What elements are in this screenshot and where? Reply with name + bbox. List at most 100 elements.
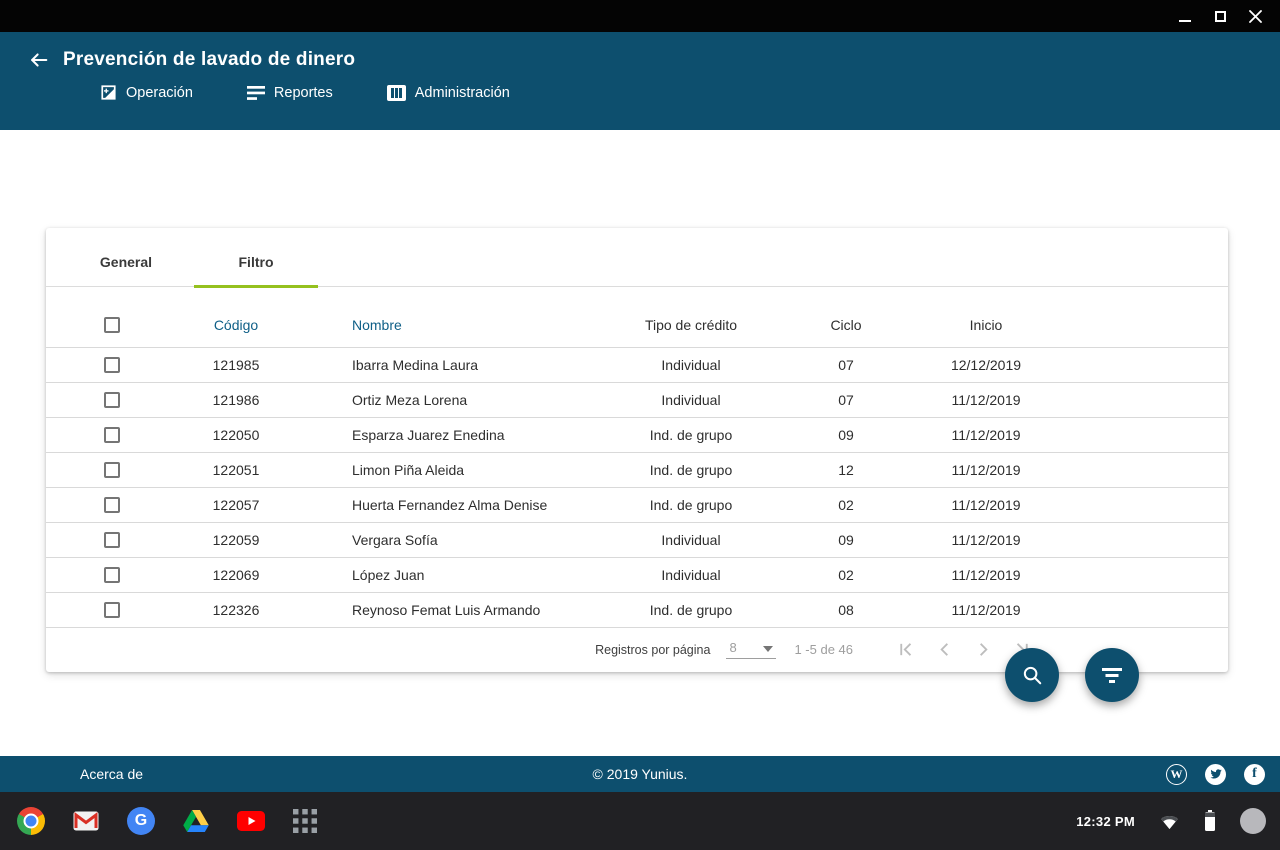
window-titlebar [0, 0, 1280, 32]
chevron-right-icon [975, 641, 992, 658]
cell-tipo: Ind. de grupo [606, 592, 776, 627]
close-icon [1249, 10, 1262, 23]
cell-tipo: Ind. de grupo [606, 452, 776, 487]
page-range: 1 -5 de 46 [794, 642, 853, 657]
nav-label: Operación [126, 85, 193, 101]
records-card: General Filtro Código Nombre Tipo de cré… [46, 228, 1228, 672]
clock[interactable]: 12:32 PM [1076, 814, 1135, 829]
nav-label: Administración [415, 85, 510, 101]
page-size-select[interactable]: 8 [726, 640, 776, 659]
row-checkbox[interactable] [104, 357, 120, 373]
cell-inicio: 11/12/2019 [916, 382, 1056, 417]
select-all-checkbox[interactable] [104, 317, 120, 333]
column-header-tipo: Tipo de crédito [606, 303, 776, 347]
cell-tipo: Individual [606, 382, 776, 417]
card-tabs: General Filtro [46, 228, 1228, 287]
cell-nombre: Esparza Juarez Enedina [316, 417, 606, 452]
table-row[interactable]: 122326 Reynoso Femat Luis Armando Ind. d… [46, 592, 1228, 627]
row-checkbox[interactable] [104, 532, 120, 548]
nav-item-administracion[interactable]: Administración [387, 84, 510, 101]
wifi-icon[interactable] [1159, 813, 1180, 830]
drive-icon[interactable] [183, 809, 209, 833]
back-button[interactable] [28, 49, 50, 71]
cell-codigo: 121986 [156, 382, 316, 417]
cell-nombre: Ibarra Medina Laura [316, 347, 606, 382]
lines-icon [247, 86, 265, 100]
nav-item-operacion[interactable]: Operación [100, 84, 193, 101]
wordpress-icon[interactable]: W [1166, 764, 1187, 785]
apps-grid-icon[interactable] [293, 809, 317, 833]
cell-codigo: 122069 [156, 557, 316, 592]
maximize-button[interactable] [1213, 9, 1227, 23]
arrow-left-icon [28, 49, 50, 71]
table-row[interactable]: 121986 Ortiz Meza Lorena Individual 07 1… [46, 382, 1228, 417]
first-page-button[interactable] [897, 641, 914, 658]
cell-codigo: 122326 [156, 592, 316, 627]
table-row[interactable]: 121985 Ibarra Medina Laura Individual 07… [46, 347, 1228, 382]
cell-tipo: Individual [606, 522, 776, 557]
close-button[interactable] [1248, 9, 1262, 23]
table-row[interactable]: 122059 Vergara Sofía Individual 09 11/12… [46, 522, 1228, 557]
cell-ciclo: 08 [776, 592, 916, 627]
gmail-icon[interactable] [73, 811, 99, 831]
table-row[interactable]: 122051 Limon Piña Aleida Ind. de grupo 1… [46, 452, 1228, 487]
cell-codigo: 122050 [156, 417, 316, 452]
screen: Prevención de lavado de dinero Operación… [0, 0, 1280, 850]
row-checkbox[interactable] [104, 567, 120, 583]
avatar[interactable] [1240, 808, 1266, 834]
row-checkbox[interactable] [104, 392, 120, 408]
table-row[interactable]: 122069 López Juan Individual 02 11/12/20… [46, 557, 1228, 592]
cell-tipo: Individual [606, 347, 776, 382]
minimize-button[interactable] [1178, 9, 1192, 23]
chevron-down-icon [763, 646, 773, 652]
chrome-icon[interactable] [17, 807, 45, 835]
facebook-icon[interactable]: f [1244, 764, 1265, 785]
cell-nombre: Limon Piña Aleida [316, 452, 606, 487]
table-row[interactable]: 122057 Huerta Fernandez Alma Denise Ind.… [46, 487, 1228, 522]
page-size-label: Registros por página [595, 643, 710, 657]
cell-ciclo: 12 [776, 452, 916, 487]
table-row[interactable]: 122050 Esparza Juarez Enedina Ind. de gr… [46, 417, 1228, 452]
column-header-nombre[interactable]: Nombre [316, 303, 606, 347]
maximize-icon [1215, 11, 1226, 22]
nav-item-reportes[interactable]: Reportes [247, 84, 333, 101]
about-link[interactable]: Acerca de [80, 766, 143, 782]
cell-nombre: Reynoso Femat Luis Armando [316, 592, 606, 627]
row-checkbox[interactable] [104, 497, 120, 513]
tab-general[interactable]: General [64, 254, 188, 286]
row-checkbox[interactable] [104, 462, 120, 478]
row-checkbox[interactable] [104, 602, 120, 618]
cell-tipo: Individual [606, 557, 776, 592]
cell-codigo: 122059 [156, 522, 316, 557]
tab-filtro[interactable]: Filtro [194, 254, 318, 286]
prev-page-button[interactable] [936, 641, 953, 658]
table-header-row: Código Nombre Tipo de crédito Ciclo Inic… [46, 303, 1228, 347]
battery-icon[interactable] [1204, 810, 1216, 832]
cell-inicio: 12/12/2019 [916, 347, 1056, 382]
exposure-icon [100, 84, 117, 101]
cell-ciclo: 07 [776, 347, 916, 382]
cell-codigo: 121985 [156, 347, 316, 382]
column-header-ciclo: Ciclo [776, 303, 916, 347]
youtube-icon[interactable] [237, 811, 265, 831]
status-area[interactable]: 12:32 PM [1076, 792, 1266, 850]
filter-icon [1102, 667, 1122, 684]
twitter-icon[interactable] [1205, 764, 1226, 785]
google-icon[interactable]: G [127, 807, 155, 835]
cell-inicio: 11/12/2019 [916, 487, 1056, 522]
next-page-button[interactable] [975, 641, 992, 658]
cell-nombre: Vergara Sofía [316, 522, 606, 557]
search-fab[interactable] [1005, 648, 1059, 702]
filter-fab[interactable] [1085, 648, 1139, 702]
pager-nav [897, 641, 1031, 658]
row-checkbox[interactable] [104, 427, 120, 443]
records-table: Código Nombre Tipo de crédito Ciclo Inic… [46, 303, 1228, 628]
page-title: Prevención de lavado de dinero [63, 49, 355, 71]
cell-ciclo: 02 [776, 557, 916, 592]
cell-tipo: Ind. de grupo [606, 417, 776, 452]
cell-inicio: 11/12/2019 [916, 592, 1056, 627]
search-icon [1021, 664, 1043, 686]
cell-nombre: López Juan [316, 557, 606, 592]
column-header-codigo[interactable]: Código [156, 303, 316, 347]
cell-ciclo: 07 [776, 382, 916, 417]
